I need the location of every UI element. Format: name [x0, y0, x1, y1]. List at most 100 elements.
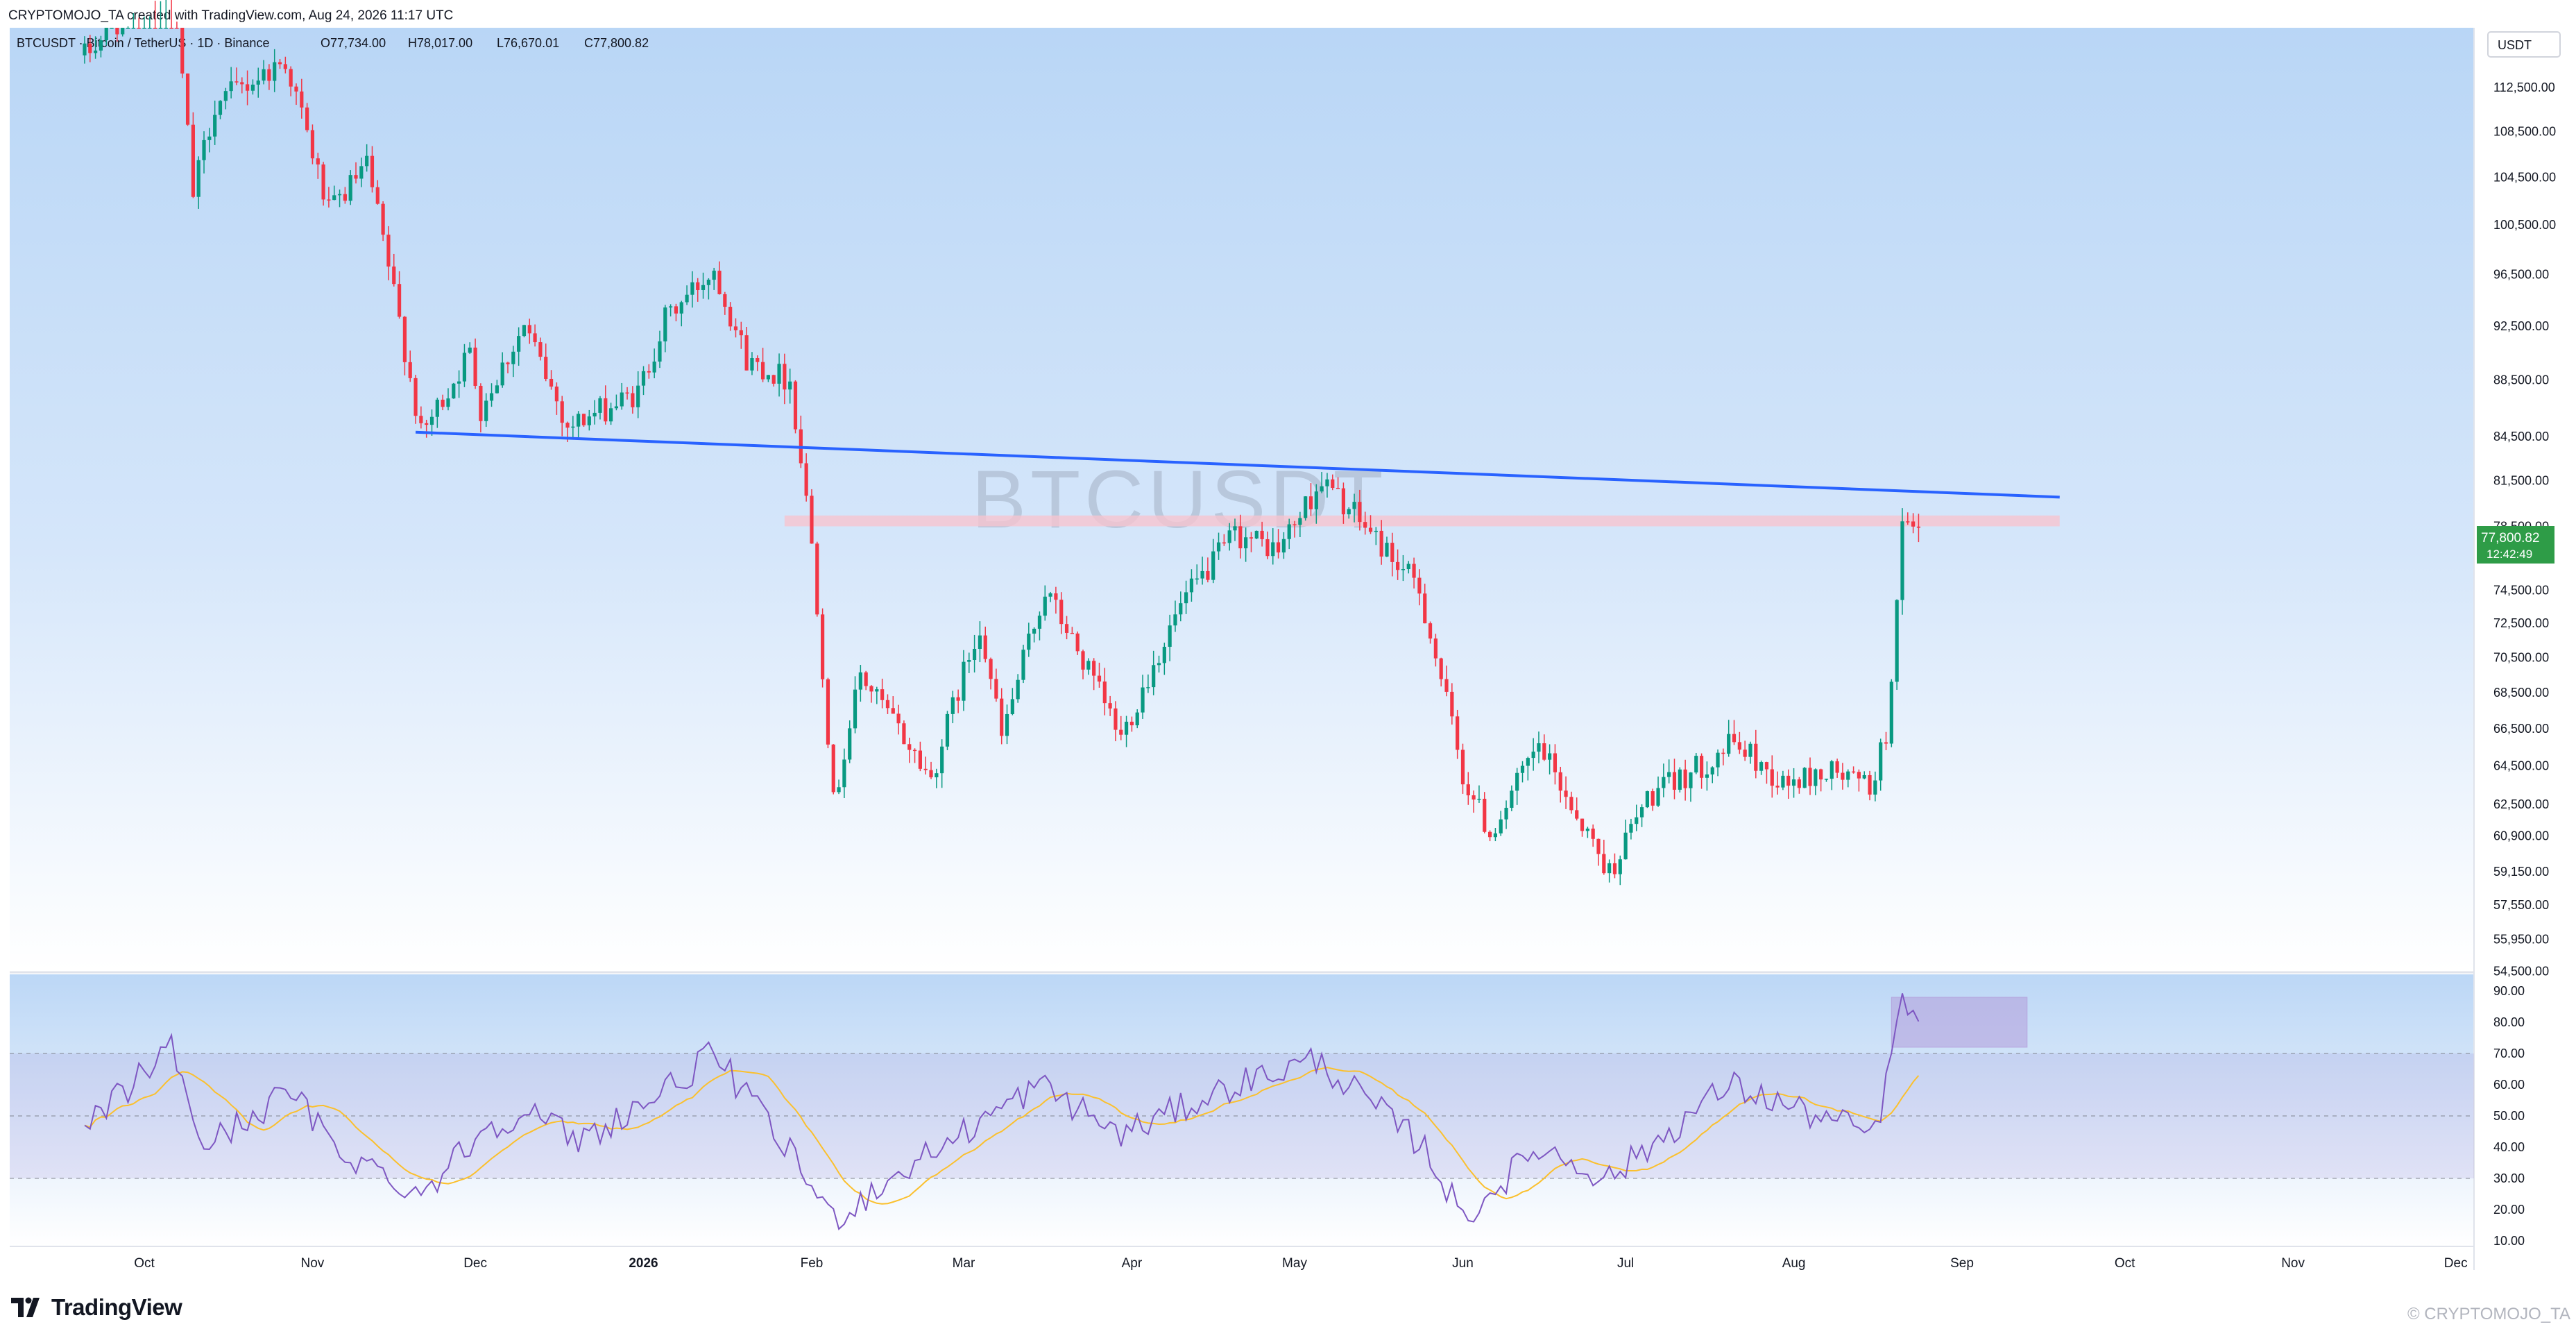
time-axis[interactable]: Oct Nov Dec 2026 Feb Mar Apr May Jun Jul Aug Sep Oct… [134, 1256, 2467, 1271]
candle-body [169, 28, 173, 29]
candle-body [1233, 526, 1237, 531]
candle-body [1672, 772, 1677, 790]
price-tick-label: 57,550.00 [2493, 898, 2549, 912]
candle-body [278, 62, 282, 65]
candle-body [587, 416, 591, 425]
candle-body [1325, 479, 1329, 486]
candle-body [1390, 543, 1394, 562]
candle-body [262, 69, 266, 81]
candle-body [289, 69, 293, 87]
candle-body [1363, 522, 1367, 528]
candle-body [663, 307, 667, 341]
candle-body [1135, 712, 1139, 726]
candle-body [348, 175, 352, 201]
candle-body [1331, 479, 1335, 488]
candle-body [153, 28, 157, 29]
time-axis-label: Feb [801, 1256, 824, 1271]
candle-body [554, 387, 558, 402]
candle-body [148, 28, 152, 29]
author-watermark: © CRYPTOMOJO_TA [2407, 1305, 2570, 1323]
candle-body [945, 713, 950, 747]
candle-body [294, 86, 298, 92]
candle-body [489, 393, 494, 401]
candle-body [744, 335, 749, 371]
candle-body [1520, 765, 1525, 773]
candle-body [1450, 691, 1454, 717]
candle-body [1124, 721, 1129, 735]
candle-body [956, 697, 960, 701]
resistance-zone [784, 515, 2060, 527]
rsi-tick-label: 40.00 [2493, 1140, 2525, 1154]
candle-body [495, 385, 499, 393]
candle-body [343, 194, 347, 201]
candle-body [397, 284, 402, 317]
time-axis-label: 2026 [629, 1256, 658, 1271]
chart[interactable]: BTCUSDT BTCUSDT · Bitcoin / TetherUS · 1… [0, 0, 2576, 1338]
candle-body [1612, 863, 1617, 874]
candle-body [810, 496, 814, 544]
candle-body [413, 378, 418, 416]
price-tick-label: 68,500.00 [2493, 686, 2549, 700]
candle-body [1759, 762, 1764, 771]
candle-body [641, 371, 646, 386]
candle-body [1152, 665, 1156, 688]
price-tick-label: 59,150.00 [2493, 865, 2549, 879]
rsi-tick-label: 10.00 [2493, 1234, 2525, 1248]
candle-body [273, 62, 277, 81]
candle-body [1368, 527, 1373, 532]
tradingview-logo[interactable]: TradingView [10, 1292, 182, 1323]
candle-body [332, 195, 336, 201]
candle-body [1602, 854, 1606, 874]
price-tick-label: 88,500.00 [2493, 373, 2549, 387]
candle-body [1743, 750, 1747, 757]
candle-body [592, 412, 597, 417]
candle-body [1591, 828, 1595, 839]
candle-body [316, 158, 320, 164]
candle-body [1146, 687, 1150, 688]
price-tick-label: 104,500.00 [2493, 171, 2556, 185]
candle-body [1764, 762, 1769, 770]
price-tick-label: 54,500.00 [2493, 965, 2549, 979]
price-tick-label: 66,500.00 [2493, 722, 2549, 736]
candle-body [104, 28, 108, 41]
candle-body [1059, 600, 1064, 625]
candle-body [1884, 742, 1888, 744]
candle-body [462, 353, 467, 382]
candle-body [321, 164, 325, 200]
candle-body [1108, 703, 1112, 709]
candle-body [1906, 521, 1910, 523]
candle-body [1851, 771, 1856, 773]
candle-body [1200, 570, 1204, 579]
candle-body [185, 73, 190, 125]
candle-body [408, 362, 412, 378]
rsi-tick-label: 20.00 [2493, 1203, 2525, 1217]
candle-body [1336, 487, 1340, 489]
candle-body [1184, 592, 1188, 604]
rsi-axis: 90.00 80.00 70.00 60.00 50.00 40.00 30.00 20.00… [2493, 984, 2525, 1248]
candle-body [1141, 687, 1145, 713]
candle-body [750, 358, 754, 371]
price-tick-label: 70,500.00 [2493, 650, 2549, 664]
candle-body [1645, 791, 1649, 808]
candle-body [1493, 833, 1498, 838]
candle-body [1173, 614, 1177, 626]
candle-body [674, 306, 679, 314]
time-axis-label: Jun [1452, 1256, 1474, 1271]
candle-body [1553, 753, 1558, 772]
candle-body [608, 408, 613, 422]
candle-body [983, 635, 987, 659]
rsi-tick-label: 90.00 [2493, 984, 2525, 998]
price-axis[interactable]: USDT 112,500.00 108,500.00 104,500.00 100,5… [2477, 31, 2561, 979]
time-axis-label: Sep [1950, 1256, 1974, 1271]
last-price-value: 77,800.82 [2481, 531, 2540, 545]
candle-body [158, 28, 163, 29]
candle-body [446, 398, 450, 407]
candle-body [1254, 530, 1259, 539]
price-tick-label: 96,500.00 [2493, 268, 2549, 282]
candle-body [1385, 543, 1389, 557]
candle-body [880, 689, 885, 700]
candle-body [1900, 521, 1904, 600]
candle-body [842, 759, 846, 788]
candle-body [121, 28, 125, 35]
candle-body [706, 280, 710, 285]
